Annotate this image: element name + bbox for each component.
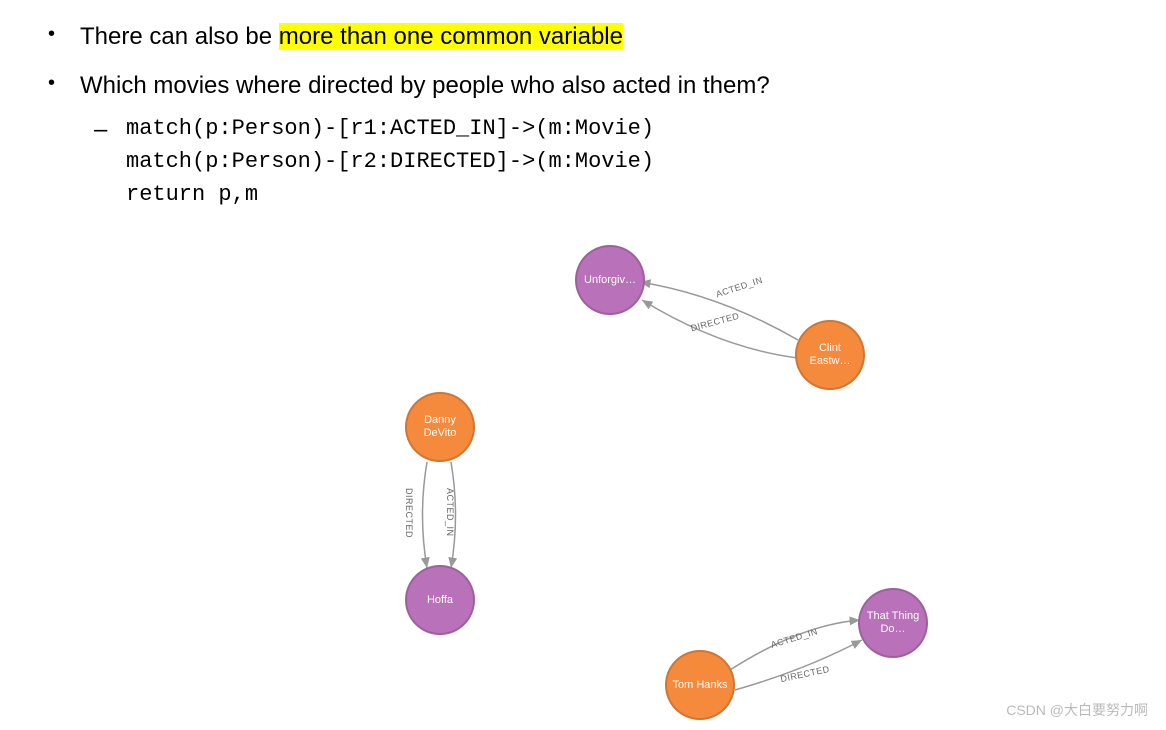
bullet-1-highlight: more than one common variable: [279, 23, 623, 50]
node-clint-eastwood: Clint Eastw…: [795, 320, 865, 390]
node-danny-devito: Danny DeVito: [405, 392, 475, 462]
bullet-2-text: Which movies where directed by people wh…: [80, 72, 770, 99]
watermark: CSDN @大白要努力啊: [1006, 700, 1148, 720]
edge-label-acted-in-3: ACTED_IN: [770, 626, 819, 650]
edge-label-acted-in-2: ACTED_IN: [445, 488, 455, 537]
node-unforgiven: Unforgiv…: [575, 245, 645, 315]
code-line-1: match(p:Person)-[r1:ACTED_IN]->(m:Movie): [126, 116, 654, 141]
edge-label-directed-2: DIRECTED: [404, 488, 414, 538]
code-line-3: return p,m: [126, 182, 258, 207]
bullet-1: There can also be more than one common v…: [40, 20, 1126, 55]
node-hoffa: Hoffa: [405, 565, 475, 635]
bullet-list: There can also be more than one common v…: [40, 20, 1126, 211]
node-that-thing: That Thing Do…: [858, 588, 928, 658]
node-tom-hanks: Tom Hanks: [665, 650, 735, 720]
edge-label-acted-in-1: ACTED_IN: [715, 275, 764, 300]
code-sublist: match(p:Person)-[r1:ACTED_IN]->(m:Movie)…: [80, 112, 1126, 211]
bullet-2: Which movies where directed by people wh…: [40, 69, 1126, 211]
code-block: match(p:Person)-[r1:ACTED_IN]->(m:Movie)…: [80, 112, 1126, 211]
edge-label-directed-3: DIRECTED: [780, 664, 831, 684]
edge-label-directed-1: DIRECTED: [690, 311, 741, 334]
bullet-1-pre: There can also be: [80, 23, 279, 50]
code-line-2: match(p:Person)-[r2:DIRECTED]->(m:Movie): [126, 149, 654, 174]
